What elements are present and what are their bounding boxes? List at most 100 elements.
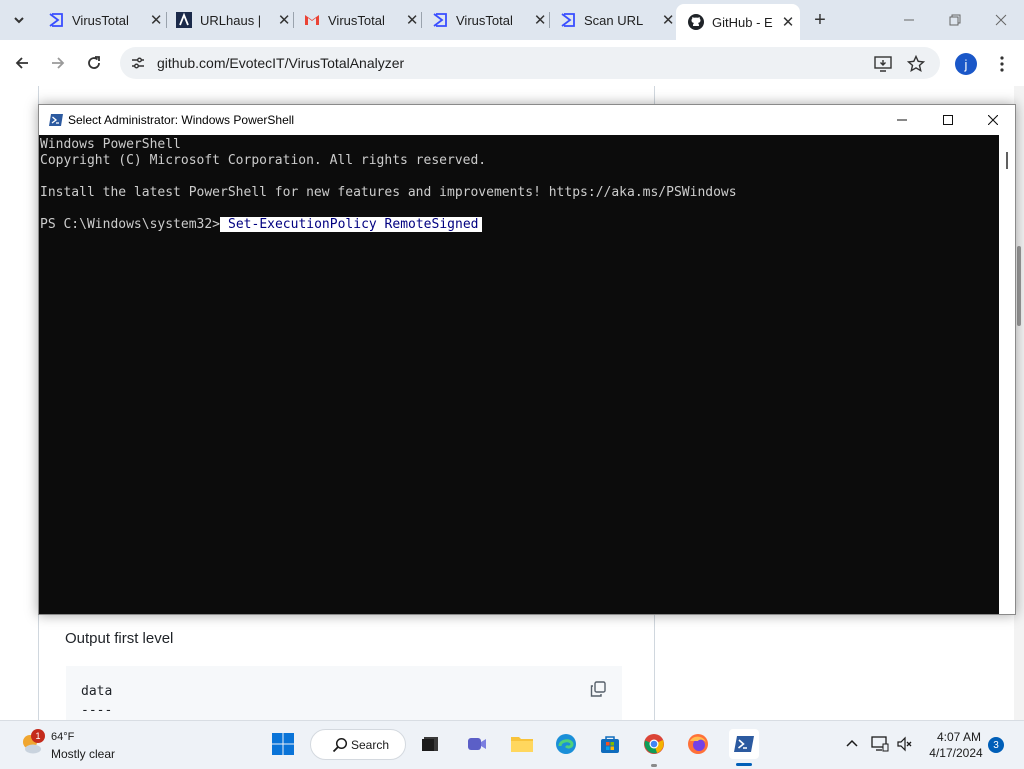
new-tab-button[interactable]: + — [808, 8, 832, 32]
tab-strip: VirusTotal ✕ URLhaus | ✕ VirusTotal ✕ Vi… — [0, 0, 1024, 40]
edge-icon — [556, 734, 576, 754]
tab-label: Scan URL — [584, 12, 644, 28]
tab-gmail-virustotal[interactable]: VirusTotal ✕ — [292, 4, 420, 36]
reload-button[interactable] — [81, 50, 107, 76]
chrome-button[interactable] — [641, 731, 667, 757]
chevron-up-icon — [846, 739, 858, 747]
close-tab-icon[interactable]: ✕ — [404, 12, 420, 29]
display-tray-button[interactable] — [871, 735, 889, 753]
clock-date[interactable]: 4/17/2024 — [926, 746, 986, 760]
tab-virustotal-2[interactable]: VirusTotal ✕ — [420, 4, 548, 36]
page-scrollbar-thumb[interactable] — [1017, 246, 1021, 326]
tab-scan-url[interactable]: Scan URL ✕ — [548, 4, 676, 36]
site-info-icon[interactable] — [130, 55, 146, 71]
console-scrollbar-thumb[interactable] — [1006, 152, 1008, 169]
weather-temperature[interactable]: 64°F — [51, 731, 74, 743]
tab-label: GitHub - E — [712, 14, 773, 30]
show-hidden-icons-button[interactable] — [843, 735, 861, 753]
ps-minimize-button[interactable] — [879, 105, 925, 135]
clock-time[interactable]: 4:07 AM — [930, 730, 988, 744]
close-tab-icon[interactable]: ✕ — [780, 14, 796, 31]
edge-button[interactable] — [553, 731, 579, 757]
weather-description[interactable]: Mostly clear — [51, 747, 115, 761]
prompt-path: PS C:\Windows\system32> — [40, 217, 221, 232]
powershell-titlebar[interactable]: Select Administrator: Windows PowerShell — [39, 105, 1015, 135]
close-icon — [995, 14, 1007, 26]
task-view-button[interactable] — [418, 731, 444, 757]
close-tab-icon[interactable]: ✕ — [148, 12, 164, 29]
close-window-button[interactable] — [978, 0, 1024, 40]
reload-icon — [88, 56, 100, 69]
arrow-right-icon — [52, 57, 65, 69]
firefox-button[interactable] — [685, 731, 711, 757]
taskbar-search[interactable]: Search — [310, 729, 406, 760]
tab-urlhaus[interactable]: URLhaus | ✕ — [164, 4, 292, 36]
github-icon — [688, 14, 704, 30]
volume-tray-button[interactable] — [896, 735, 914, 753]
selected-command-text[interactable]: Set-ExecutionPolicy RemoteSigned — [220, 217, 483, 232]
install-app-icon[interactable] — [872, 53, 894, 75]
console-line: Windows PowerShell — [40, 137, 181, 152]
maximize-icon — [943, 115, 953, 125]
console-line: Copyright (C) Microsoft Corporation. All… — [40, 153, 487, 168]
powershell-taskbar-button[interactable] — [729, 729, 759, 759]
microsoft-store-button[interactable] — [597, 731, 623, 757]
code-line: data — [81, 684, 113, 699]
bookmark-star-icon[interactable] — [905, 53, 927, 75]
powershell-window[interactable]: Select Administrator: Windows PowerShell… — [38, 104, 1016, 615]
notification-badge[interactable]: 3 — [988, 737, 1004, 753]
minimize-window-button[interactable] — [886, 0, 932, 40]
firefox-icon — [688, 734, 708, 754]
forward-button[interactable] — [45, 50, 71, 76]
urlhaus-icon — [176, 12, 192, 28]
restore-icon — [949, 14, 961, 26]
powershell-icon — [734, 736, 754, 752]
close-tab-icon[interactable]: ✕ — [660, 12, 676, 29]
tab-label: VirusTotal — [328, 12, 385, 28]
folder-icon — [511, 737, 533, 752]
teams-chat-button[interactable] — [464, 731, 490, 757]
virustotal-icon — [432, 12, 448, 28]
code-line: ---- — [81, 703, 113, 718]
console-scrollbar[interactable] — [999, 135, 1015, 614]
console-line: Install the latest PowerShell for new fe… — [40, 185, 737, 200]
powershell-icon — [48, 112, 64, 128]
section-heading: Output first level — [65, 630, 174, 647]
chevron-down-icon — [14, 17, 24, 24]
browser-menu-button[interactable] — [992, 52, 1012, 76]
task-view-icon — [422, 737, 438, 751]
taskbar: 1 64°F Mostly clear Search 4:07 AM 4/17/… — [0, 720, 1024, 769]
monitor-icon — [871, 736, 889, 752]
file-explorer-button[interactable] — [509, 731, 535, 757]
tab-label: VirusTotal — [72, 12, 129, 28]
address-url[interactable]: github.com/EvotecIT/VirusTotalAnalyzer — [157, 55, 404, 71]
chat-camera-icon — [468, 738, 486, 750]
profile-avatar[interactable]: j — [955, 53, 977, 75]
chrome-running-indicator — [651, 764, 657, 767]
windows-logo-icon — [272, 733, 294, 755]
restore-window-button[interactable] — [932, 0, 978, 40]
copy-icon[interactable] — [589, 680, 607, 698]
browser-toolbar: github.com/EvotecIT/VirusTotalAnalyzer — [0, 40, 1024, 86]
tab-label: VirusTotal — [456, 12, 513, 28]
close-tab-icon[interactable]: ✕ — [532, 12, 548, 29]
search-icon — [332, 737, 348, 753]
ps-close-button[interactable] — [970, 105, 1016, 135]
tab-search-dropdown[interactable] — [6, 8, 32, 32]
chrome-icon — [644, 734, 664, 754]
arrow-left-icon — [15, 57, 28, 69]
command-prompt-line[interactable]: PS C:\Windows\system32> Set-ExecutionPoli… — [40, 217, 483, 232]
minimize-icon — [897, 119, 907, 121]
tab-github-active[interactable]: GitHub - E ✕ — [676, 4, 800, 40]
close-tab-icon[interactable]: ✕ — [276, 12, 292, 29]
start-button[interactable] — [270, 731, 296, 757]
powershell-title: Select Administrator: Windows PowerShell — [68, 113, 295, 127]
powershell-active-indicator — [736, 763, 752, 766]
ps-maximize-button[interactable] — [925, 105, 971, 135]
tab-virustotal-1[interactable]: VirusTotal ✕ — [36, 4, 164, 36]
virustotal-icon — [560, 12, 576, 28]
virustotal-icon — [48, 12, 64, 28]
powershell-console[interactable]: Windows PowerShell Copyright (C) Microso… — [39, 135, 999, 614]
address-bar[interactable]: github.com/EvotecIT/VirusTotalAnalyzer — [120, 47, 940, 79]
back-button[interactable] — [9, 50, 35, 76]
